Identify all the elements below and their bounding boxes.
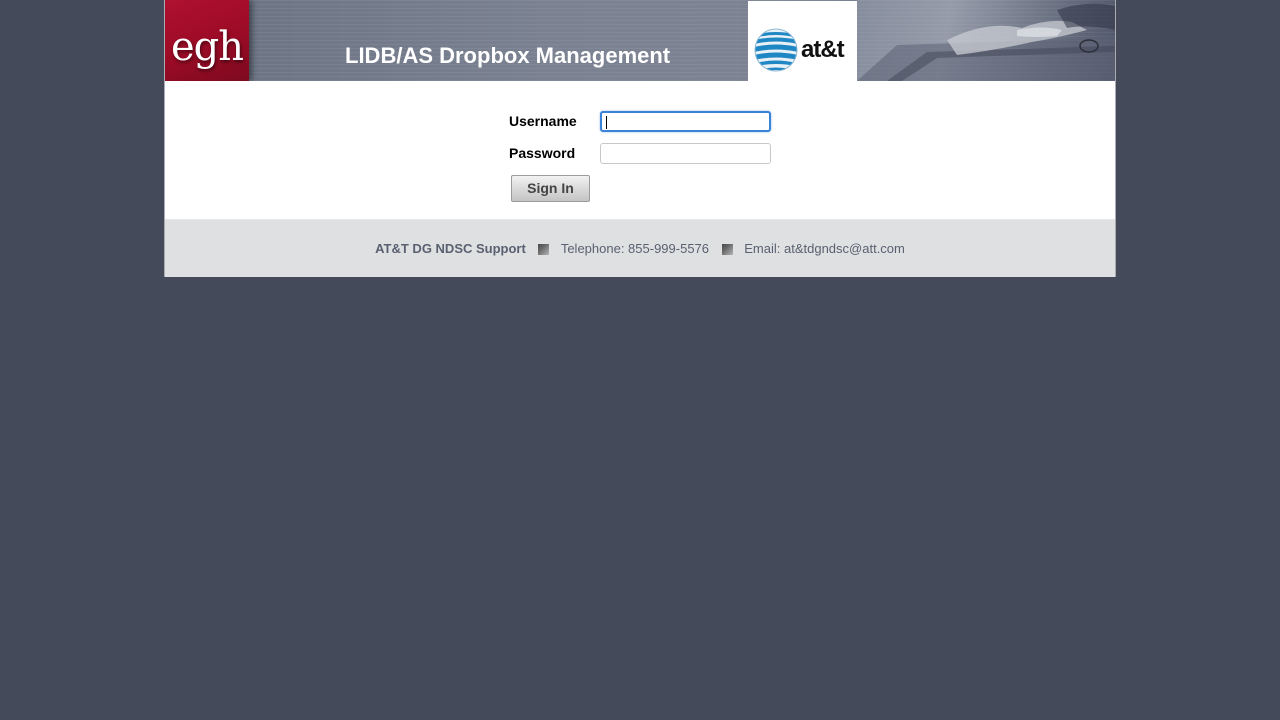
support-name: AT&T DG NDSC Support — [375, 241, 526, 256]
keyboard-hand-image — [857, 3, 1115, 81]
support-info: AT&T DG NDSC Support Telephone: 855-999-… — [165, 241, 1115, 256]
support-telephone: Telephone: 855-999-5576 — [560, 241, 710, 256]
username-input[interactable] — [600, 111, 771, 132]
password-input[interactable] — [600, 143, 771, 164]
app-title: LIDB/AS Dropbox Management — [345, 43, 671, 68]
support-email: Email: at&tdgndsc@att.com — [744, 241, 905, 256]
egh-logo: egh — [165, 0, 249, 81]
att-logo: at&t — [748, 1, 857, 81]
egh-logo-text: egh — [171, 24, 244, 70]
support-footer: AT&T DG NDSC Support Telephone: 855-999-… — [165, 219, 1115, 277]
att-logo-text: at&t — [801, 36, 845, 63]
text-caret — [606, 116, 607, 129]
sign-in-button[interactable]: Sign In — [511, 175, 590, 202]
page-header: egh LIDB/AS Dropbox Management at&t — [165, 0, 1115, 81]
username-label: Username — [509, 113, 577, 129]
square-bullet-icon — [538, 244, 550, 255]
header-photo — [857, 0, 1115, 81]
square-bullet-icon — [721, 244, 733, 255]
att-globe-icon — [754, 28, 798, 72]
password-label: Password — [509, 145, 576, 161]
login-panel: egh LIDB/AS Dropbox Management at&t User… — [164, 0, 1116, 277]
sign-in-form: Username Password Sign In — [165, 81, 1115, 219]
